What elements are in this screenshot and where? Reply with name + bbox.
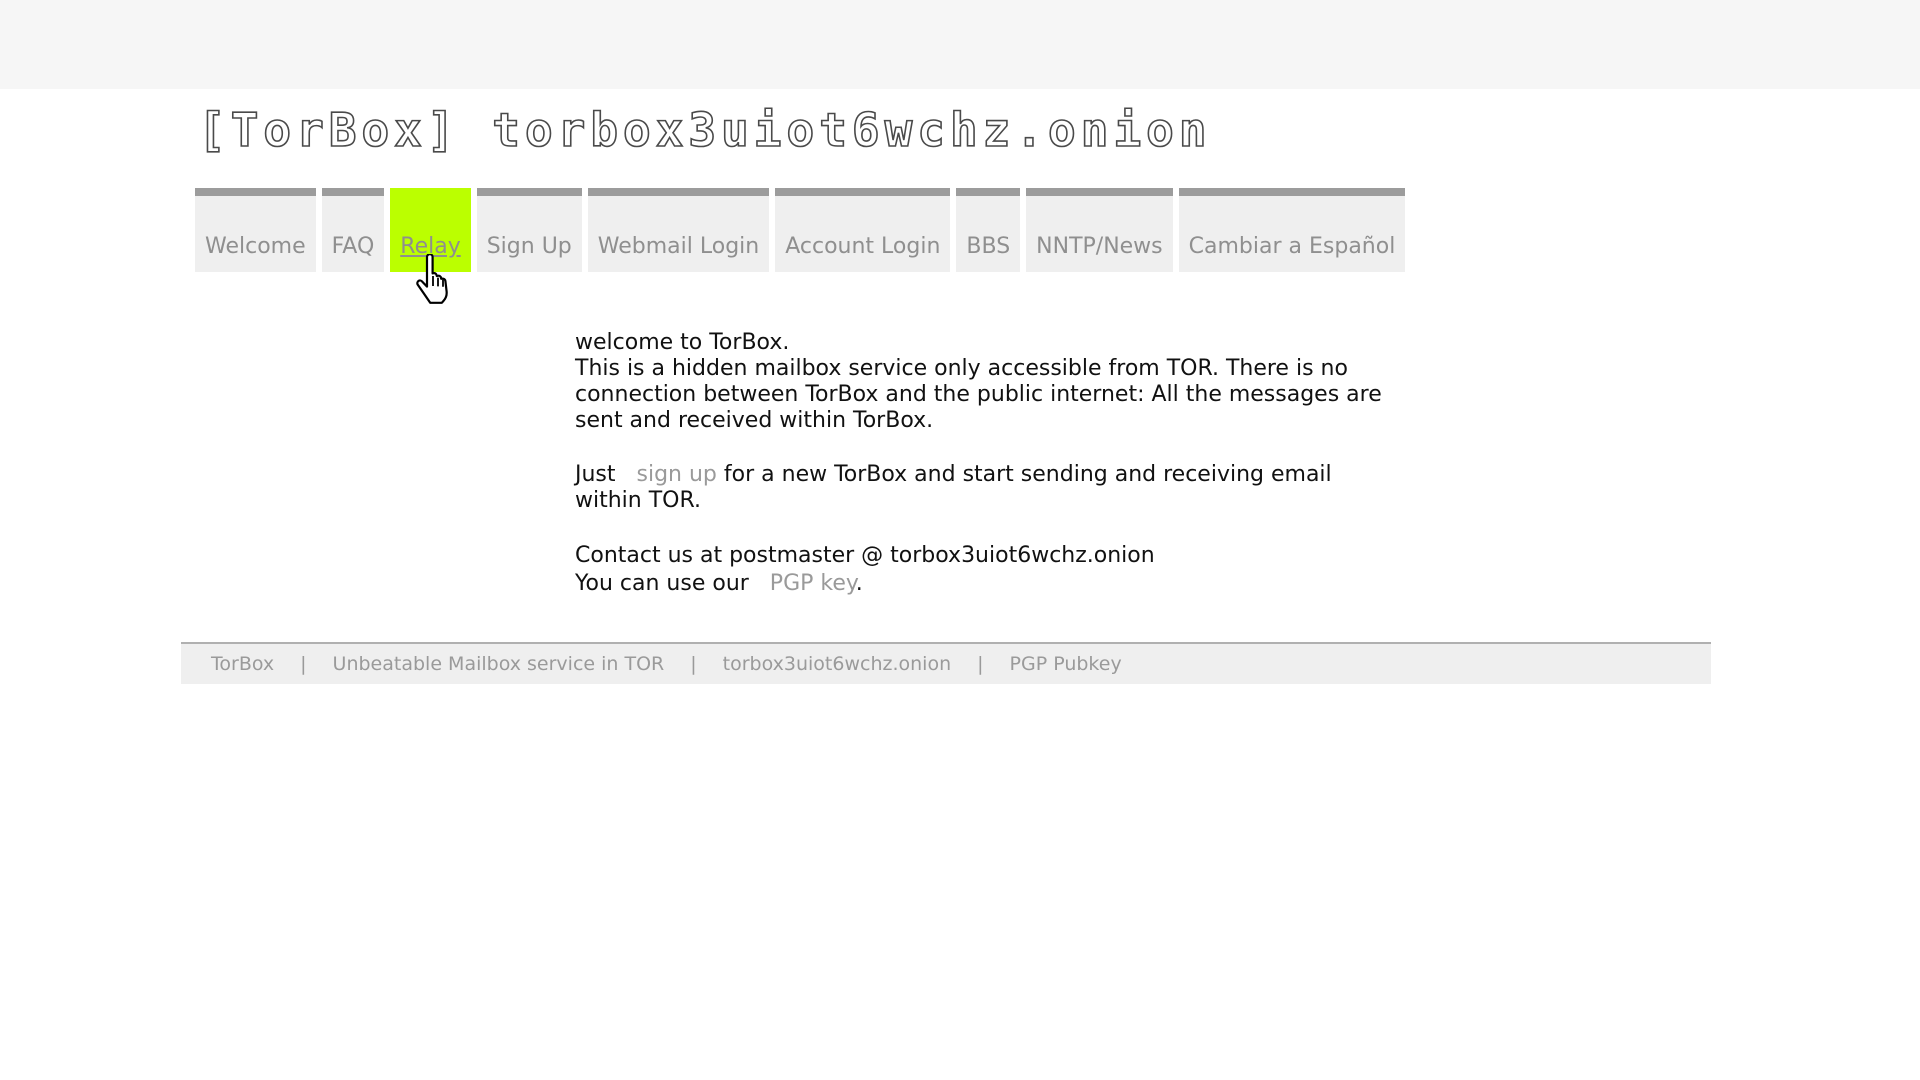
pgp-key-link[interactable]: PGP key — [770, 571, 856, 596]
footer-tagline: Unbeatable Mailbox service in TOR — [332, 653, 665, 675]
footer-separator: | — [300, 653, 307, 675]
site-title: [TorBox] torbox3uiot6wchz.onion — [197, 102, 1212, 158]
footer-bar: TorBox | Unbeatable Mailbox service in T… — [181, 642, 1711, 684]
footer-onion-address: torbox3uiot6wchz.onion — [722, 653, 952, 675]
tab-bbs[interactable]: BBS — [956, 188, 1021, 272]
hand-cursor-icon — [416, 254, 448, 304]
pgp-prefix-text: You can use our — [575, 571, 749, 596]
pgp-suffix-text: . — [855, 571, 863, 596]
tab-webmail-login[interactable]: Webmail Login — [587, 188, 770, 272]
footer-torbox: TorBox — [211, 653, 275, 675]
tab-language-switch[interactable]: Cambiar a Español — [1178, 188, 1406, 272]
signup-block: Just sign up for a new TorBox and start … — [575, 462, 1385, 514]
main-content: welcome to TorBox. This is a hidden mail… — [575, 330, 1385, 626]
tab-nntp-news[interactable]: NNTP/News — [1026, 188, 1173, 272]
footer-separator: | — [690, 653, 697, 675]
welcome-text: welcome to TorBox. — [575, 330, 790, 355]
footer-pgp-pubkey-link[interactable]: PGP Pubkey — [1010, 653, 1122, 675]
intro-block: welcome to TorBox. This is a hidden mail… — [575, 330, 1385, 434]
contact-text: Contact us at postmaster @ torbox3uiot6w… — [575, 543, 1155, 568]
main-nav: Welcome FAQ Relay Sign Up Webmail Login … — [195, 188, 1406, 272]
tab-sign-up[interactable]: Sign Up — [476, 188, 582, 272]
intro-text: This is a hidden mailbox service only ac… — [575, 356, 1382, 433]
tab-faq[interactable]: FAQ — [321, 188, 385, 272]
tab-account-login[interactable]: Account Login — [775, 188, 951, 272]
signup-link[interactable]: sign up — [637, 462, 717, 487]
footer-separator: | — [977, 653, 984, 675]
just-text: Just — [575, 462, 616, 487]
contact-block: Contact us at postmaster @ torbox3uiot6w… — [575, 542, 1385, 598]
browser-top-area — [0, 0, 1920, 89]
tab-welcome[interactable]: Welcome — [195, 188, 316, 272]
